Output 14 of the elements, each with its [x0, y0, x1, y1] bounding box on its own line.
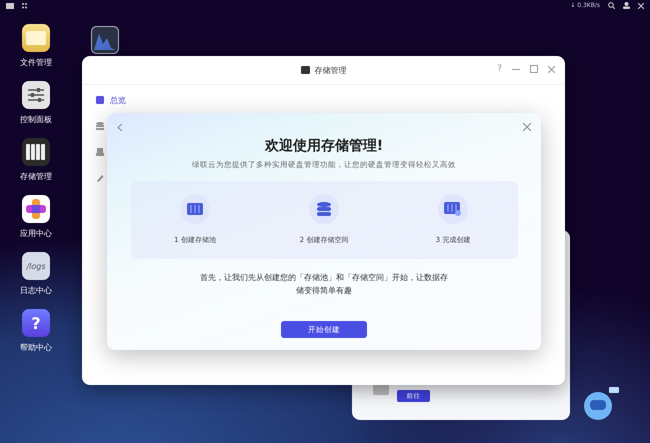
- app-icon[interactable]: ?: [22, 309, 50, 337]
- app-label: 日志中心: [20, 285, 52, 296]
- logs-icon-text: /logs: [26, 262, 46, 270]
- app-label: 控制面板: [20, 114, 52, 125]
- window-title: 存储管理: [314, 64, 346, 76]
- intro-paragraph: 首先，让我们先从创建您的「存储池」和「存储空间」开始，让数据存储变得简单有趣: [199, 272, 449, 297]
- sidebar-item[interactable]: 总览: [96, 93, 126, 107]
- question-mark-text: ?: [31, 314, 41, 332]
- app-label: 文件管理: [20, 57, 52, 68]
- app-icon[interactable]: /logs: [22, 252, 50, 280]
- app-label: 存储管理: [20, 171, 52, 182]
- dialog-title: 欢迎使用存储管理!: [264, 137, 384, 155]
- app-label: 应用中心: [20, 228, 52, 239]
- app-label: 帮助中心: [20, 342, 52, 353]
